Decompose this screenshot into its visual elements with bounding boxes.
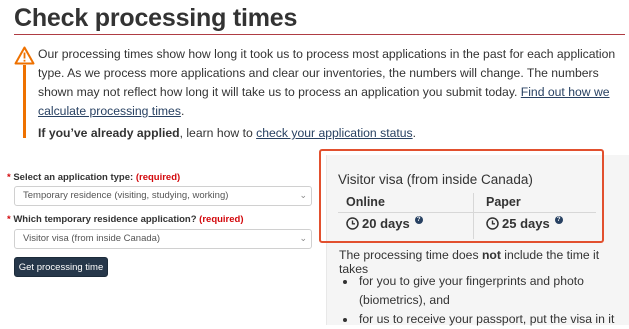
highlight-annotation-box (319, 149, 604, 243)
processing-note-list: for you to give your fingerprints and ph… (339, 272, 629, 329)
warning-alert: Our processing times show how long it to… (14, 40, 626, 140)
temporary-residence-label: * Which temporary residence application?… (7, 214, 244, 225)
already-applied-paragraph: If you’ve already applied, learn how to … (38, 124, 628, 143)
temporary-residence-label-text: Which temporary residence application? (13, 214, 197, 225)
warning-paragraph: Our processing times show how long it to… (38, 45, 628, 121)
check-application-status-link[interactable]: check your application status (256, 126, 413, 140)
application-type-label-text: Select an application type: (13, 172, 134, 183)
already-applied-end: . (412, 126, 417, 140)
already-applied-bold: If you’ve already applied (38, 126, 180, 140)
get-processing-time-button[interactable]: Get processing time (14, 257, 108, 277)
list-item: for us to receive your passport, put the… (339, 310, 629, 329)
required-star: * (7, 172, 11, 183)
page-title: Check processing times (14, 4, 298, 32)
already-applied-text: , learn how to (179, 126, 257, 140)
required-text: (required) (135, 172, 181, 183)
warning-text-end: . (180, 104, 185, 118)
required-text: (required) (199, 214, 244, 225)
note-bold: not (481, 248, 501, 262)
note-prefix: The processing time does (339, 248, 482, 262)
chevron-down-icon: ⌄ (299, 190, 307, 200)
temporary-residence-value: Visitor visa (from inside Canada) (23, 233, 161, 244)
chevron-down-icon: ⌄ (299, 233, 307, 243)
application-type-value: Temporary residence (visiting, studying,… (23, 190, 229, 201)
application-type-label: * Select an application type: (required) (7, 172, 180, 183)
warning-body: Our processing times show how long it to… (38, 45, 628, 143)
list-item: for you to give your fingerprints and ph… (339, 272, 629, 310)
title-divider (14, 34, 625, 35)
warning-triangle-icon (14, 46, 35, 65)
application-type-select[interactable]: Temporary residence (visiting, studying,… (14, 186, 312, 206)
required-star: * (7, 214, 11, 225)
temporary-residence-select[interactable]: Visitor visa (from inside Canada) ⌄ (14, 229, 312, 249)
